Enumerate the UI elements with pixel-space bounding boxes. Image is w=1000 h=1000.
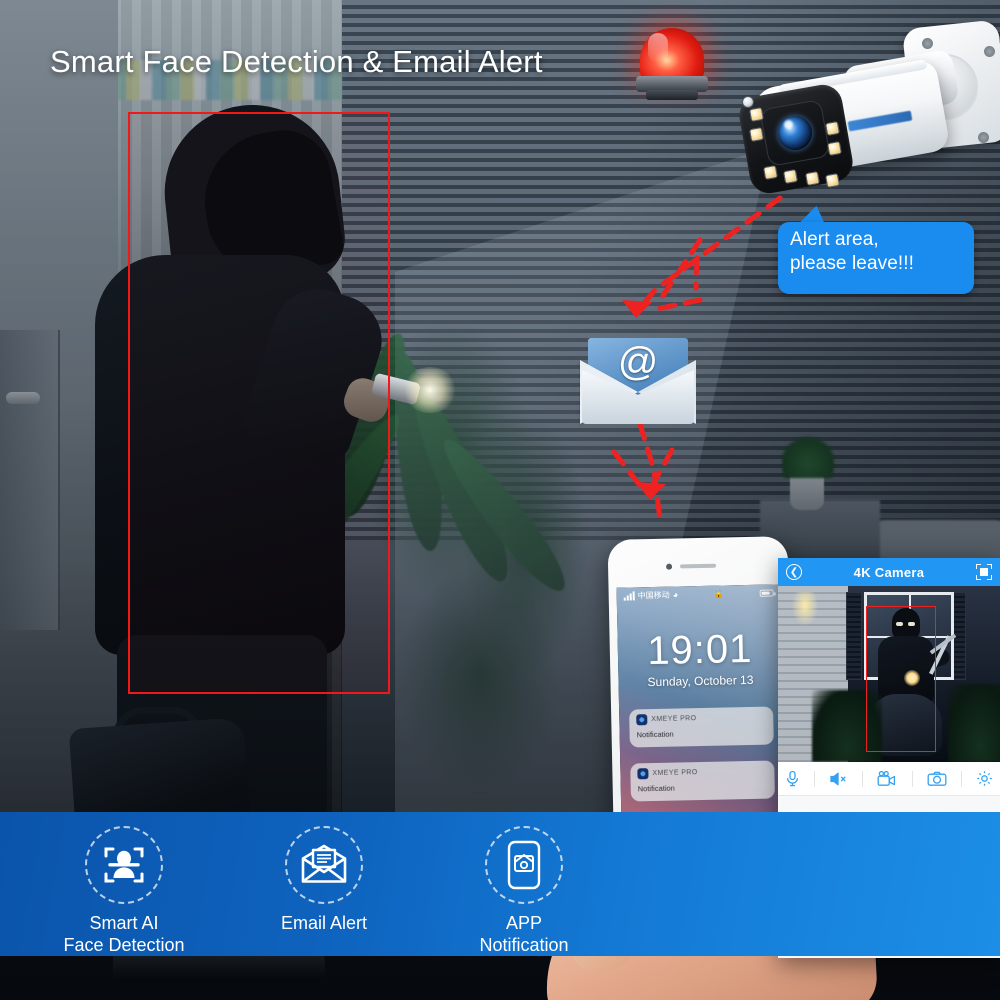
notification-banner[interactable]: XMEYE PRO Notification [630, 760, 775, 802]
feature-bar: Smart AI Face Detection Email Alert APP … [0, 812, 1000, 956]
feature-label-line1: APP [505, 913, 543, 933]
notification-header: XMEYE PRO [637, 766, 767, 780]
page-title: Smart Face Detection & Email Alert [50, 44, 543, 79]
detection-box [128, 112, 390, 694]
notification-body: Notification [636, 729, 674, 740]
notification-header: XMEYE PRO [636, 712, 766, 726]
notification-app-name: XMEYE PRO [651, 715, 697, 724]
feature-label-line1: Email Alert [280, 913, 368, 933]
feature-label-line1: Smart AI [89, 913, 159, 933]
app-detection-box [866, 606, 936, 752]
notification-body: Notification [637, 783, 675, 794]
microphone-icon[interactable] [785, 770, 800, 787]
feature-label-line2: Face Detection [63, 935, 185, 955]
notification-banner[interactable]: XMEYE PRO Notification [629, 706, 774, 748]
phone-earpiece [680, 563, 717, 569]
chevron-left-icon[interactable]: ❮ [786, 564, 802, 580]
speaker-mute-icon[interactable] [829, 771, 848, 787]
camera-ir-sensor [742, 96, 754, 108]
toolbar-divider [814, 770, 816, 787]
feature-label: Smart AI Face Detection [24, 912, 224, 956]
app-icon [637, 768, 649, 780]
wifi-icon: ◕ [672, 589, 679, 600]
signal-bars-icon [623, 590, 635, 601]
lock-screen-time: 19:01 [646, 626, 753, 674]
app-control-toolbar [778, 762, 1000, 796]
alert-bubble-text: Alert area, please leave!!! [790, 228, 974, 276]
mount-screw [922, 38, 933, 49]
video-record-icon[interactable] [877, 770, 897, 787]
photo-camera-icon[interactable] [927, 771, 947, 787]
live-video-preview[interactable] [778, 586, 1000, 762]
camera-led [782, 168, 799, 185]
product-marketing-image: Smart Face Detection & Email Alert Alert… [0, 0, 1000, 1000]
feature-email-alert: Email Alert [224, 826, 424, 934]
alarm-beacon-icon [636, 28, 708, 100]
feature-face-detection: Smart AI Face Detection [24, 826, 224, 956]
beacon-gloss [648, 33, 668, 63]
camera-led [748, 106, 765, 123]
feature-label: Email Alert [224, 912, 424, 934]
toolbar-divider [862, 770, 864, 787]
camera-led [826, 140, 843, 157]
face-detection-scan-icon [85, 826, 163, 904]
porch-light [792, 592, 818, 626]
camera-lens-highlight [784, 120, 793, 129]
camera-led [824, 172, 841, 189]
feature-label: APP Notification [424, 912, 624, 956]
phone-status-bar: 中国移动 ◕ 🔒 [617, 584, 781, 603]
feature-label-line2: Notification [479, 935, 569, 955]
app-title: 4K Camera [853, 564, 925, 580]
lock-icon: 🔒 [713, 587, 725, 599]
phone-front-camera [666, 563, 673, 570]
camera-led [762, 164, 779, 181]
beacon-base-lower [646, 90, 698, 100]
email-at-envelope-icon: @ [580, 336, 696, 424]
carrier-name: 中国移动 [637, 590, 670, 600]
phone-app-notification-icon [485, 826, 563, 904]
mount-screw [978, 132, 989, 143]
fullscreen-icon[interactable] [976, 564, 992, 580]
camera-led [748, 126, 765, 143]
notification-app-name: XMEYE PRO [652, 769, 698, 778]
bullet-security-camera-icon [726, 12, 1000, 217]
battery-icon [759, 588, 774, 597]
app-header: ❮ 4K Camera [778, 558, 1000, 586]
bush [948, 684, 1000, 762]
window-shutter [846, 592, 862, 680]
camera-led [804, 170, 821, 187]
mount-screw [984, 46, 995, 57]
alert-line-1: Alert area, [790, 229, 879, 250]
feature-app-notification: APP Notification [424, 826, 624, 956]
alert-line-2: please leave!!! [790, 253, 915, 274]
toolbar-divider [911, 770, 913, 787]
settings-gear-icon[interactable] [976, 770, 993, 787]
email-envelope-icon [285, 826, 363, 904]
toolbar-divider [960, 770, 962, 787]
app-icon [636, 714, 648, 726]
camera-led [824, 120, 841, 137]
flashlight-glow [403, 367, 457, 413]
